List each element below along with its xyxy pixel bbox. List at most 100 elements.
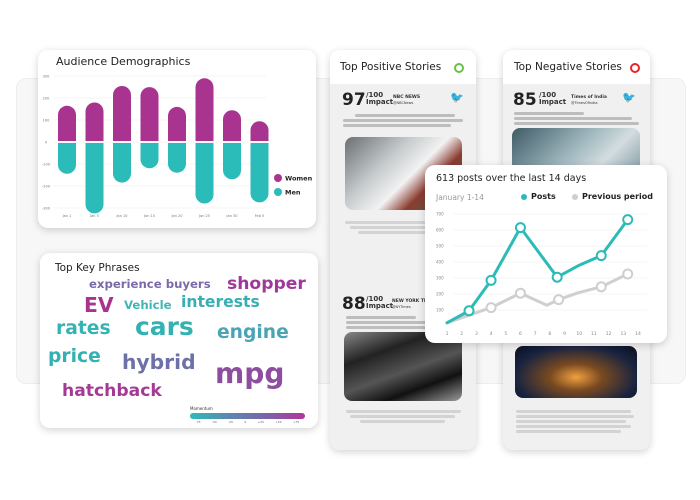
bar-base: [168, 143, 186, 153]
y-tick-label: 300: [43, 75, 50, 79]
y-tick-label: 200: [436, 292, 444, 297]
y-tick-label: 600: [436, 228, 444, 233]
x-tick-label: 5: [504, 331, 507, 337]
key-phrase[interactable]: mpg: [215, 359, 284, 388]
key-phrase[interactable]: EV: [84, 295, 114, 316]
card-title: Top Key Phrases: [55, 262, 140, 274]
momentum-tick: -50: [211, 420, 217, 424]
key-phrase[interactable]: price: [48, 347, 101, 367]
key-phrase[interactable]: rates: [56, 319, 111, 339]
key-phrase[interactable]: Vehicle: [124, 299, 172, 312]
y-tick-label: 200: [43, 97, 50, 101]
positive-indicator-icon: [454, 63, 464, 73]
series-line: [445, 218, 630, 325]
card-title: Top Negative Stories: [514, 61, 622, 73]
x-tick-label: 8: [548, 331, 551, 337]
momentum-tick: -25: [228, 420, 234, 424]
impact-label: Impact: [366, 98, 394, 106]
key-phrase[interactable]: shopper: [227, 275, 306, 293]
momentum-tick: +25: [257, 420, 264, 424]
x-tick-label: 7: [534, 331, 537, 337]
key-phrase[interactable]: hatchback: [62, 382, 162, 400]
bar-base: [140, 131, 159, 141]
data-point: [595, 250, 607, 262]
data-point: [463, 305, 475, 317]
twitter-icon: 🐦: [450, 91, 464, 104]
x-tick-label: 10: [576, 331, 582, 337]
bar-base: [250, 131, 269, 141]
impact-score: 88: [342, 294, 366, 314]
y-tick-label: -200: [42, 185, 50, 189]
x-tick-label: Jan 30: [226, 214, 238, 218]
x-tick-label: 11: [591, 331, 597, 337]
story-source: Times of India: [571, 95, 607, 100]
momentum-label: Momentum: [190, 406, 213, 411]
bar-base: [58, 131, 76, 141]
bar-base: [140, 143, 159, 153]
data-point: [485, 274, 497, 286]
legend-dot-icon: [274, 174, 282, 182]
story-image: [515, 346, 637, 398]
impact-label: Impact: [366, 302, 394, 310]
bar-base: [113, 143, 131, 153]
impact-score: 97: [342, 90, 366, 110]
impact-score: 85: [513, 90, 537, 110]
key-phrase[interactable]: hybrid: [122, 352, 196, 373]
x-tick-label: Jan 15: [143, 214, 155, 218]
legend-dot-icon: [274, 188, 282, 196]
y-tick-label: 500: [436, 244, 444, 249]
bar-base: [58, 143, 76, 153]
momentum-tick: 0: [244, 420, 247, 424]
story-handle: @TimesOfIndia: [571, 101, 598, 105]
key-phrase[interactable]: interests: [181, 294, 260, 311]
x-tick-label: Jan 1: [62, 214, 72, 218]
bar-base: [168, 131, 186, 141]
legend-label: Men: [285, 189, 301, 197]
key-phrase[interactable]: engine: [217, 323, 289, 343]
x-tick-label: 9: [563, 331, 566, 337]
y-tick-label: -100: [42, 163, 50, 167]
x-tick-label: 1: [446, 331, 449, 337]
x-tick-label: 13: [620, 331, 626, 337]
bar-base: [113, 131, 131, 141]
story-source: NBC NEWS: [393, 95, 421, 100]
momentum-scale: [190, 413, 305, 419]
posts-trend-card: 613 posts over the last 14 days January …: [425, 165, 667, 343]
x-tick-label: Jan 5: [89, 214, 99, 218]
data-point: [485, 302, 497, 314]
x-tick-label: Feb 5: [255, 214, 265, 218]
x-tick-label: 4: [490, 331, 493, 337]
data-point: [622, 214, 634, 226]
bar-base: [85, 131, 104, 141]
demographics-chart: 300 200 100 0 -100 -200 -300 Jan 1 Jan 5 Jan 10 Ja…: [42, 75, 313, 219]
y-tick-label: -300: [42, 207, 50, 211]
data-point: [622, 268, 634, 280]
x-tick-label: Jan 10: [116, 214, 128, 218]
x-tick-label: 14: [635, 331, 641, 337]
card-title: Top Positive Stories: [340, 61, 442, 73]
negative-indicator-icon: [630, 63, 640, 73]
audience-demographics-card: Audience Demographics 300 200 100 0 -100 -200…: [38, 50, 316, 228]
y-tick-label: 700: [436, 212, 444, 217]
top-key-phrases-card: Top Key Phrases experience buyers shopper…: [40, 253, 318, 428]
key-phrase[interactable]: cars: [135, 314, 194, 340]
key-phrase[interactable]: experience buyers: [89, 278, 211, 291]
data-point: [595, 281, 607, 293]
bar-base: [85, 143, 104, 153]
series-line: [445, 272, 630, 325]
x-tick-label: 2: [460, 331, 463, 337]
y-tick-label: 100: [436, 308, 444, 313]
y-tick-label: 400: [436, 260, 444, 265]
bar-base: [195, 131, 214, 141]
x-tick-label: Jan 25: [198, 214, 210, 218]
bar-base: [195, 143, 214, 153]
x-tick-label: 3: [475, 331, 478, 337]
data-point: [514, 222, 526, 234]
bar-base: [223, 143, 241, 153]
y-tick-label: 300: [436, 276, 444, 281]
y-tick-label: 100: [43, 119, 50, 123]
momentum-tick: +75: [292, 420, 300, 424]
momentum-tick: +50: [275, 420, 282, 424]
posts-line-chart: 7006005004003002001001 2 3 4 5 6 7 8 9 10 11 12 13 14: [436, 212, 647, 337]
data-point: [553, 294, 565, 306]
